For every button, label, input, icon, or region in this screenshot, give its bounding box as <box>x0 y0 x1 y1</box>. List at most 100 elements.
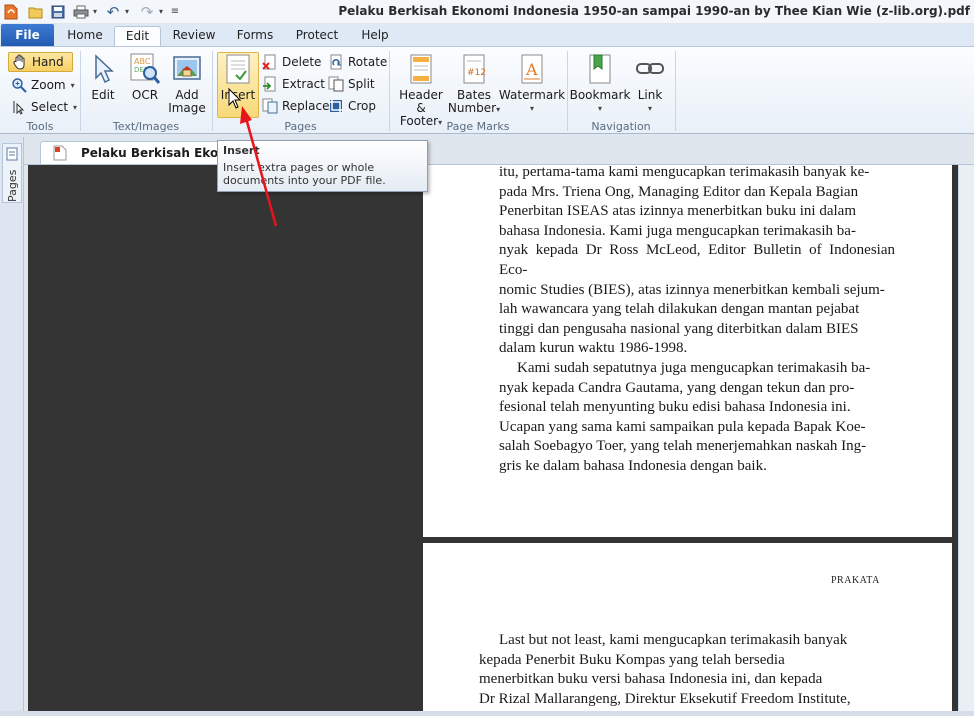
crop-pages-button[interactable]: Crop <box>328 96 376 116</box>
tab-edit[interactable]: Edit <box>114 26 161 46</box>
customize-toolbar-icon[interactable]: ≡ <box>170 3 180 20</box>
app-logo-icon <box>3 3 19 20</box>
text-line: nyak kepada Candra Gautama, yang dengan … <box>499 379 855 396</box>
group-separator <box>675 51 676 131</box>
group-label-pages: Pages <box>284 120 317 133</box>
document-tab[interactable]: Pelaku Berkisah Ekonomi I <box>40 141 230 165</box>
tab-protect[interactable]: Protect <box>290 26 344 46</box>
undo-icon[interactable]: ↶ <box>104 3 122 21</box>
replace-page-icon <box>262 98 278 114</box>
undo-dropdown-icon[interactable]: ▾ <box>123 3 131 20</box>
cursor-arrow-icon <box>87 53 119 85</box>
group-label-text-images: Text/Images <box>112 120 180 133</box>
save-icon[interactable] <box>50 3 66 20</box>
redo-icon[interactable]: ↷ <box>138 3 156 21</box>
vertical-scrollbar[interactable] <box>958 165 974 711</box>
bookmark-button[interactable]: Bookmark ▾ <box>569 53 631 115</box>
hand-tool-button[interactable]: Hand <box>8 52 73 72</box>
document-viewer[interactable]: itu, pertama-tama kami mengucapkan terim… <box>28 164 958 711</box>
insert-page-icon <box>222 53 254 85</box>
crop-pages-label: Crop <box>348 99 377 113</box>
svg-text:#12: #12 <box>467 68 486 78</box>
edit-text-label: Edit <box>91 88 115 102</box>
text-line: bahasa Indonesia. Kami juga mengucapkan … <box>499 222 856 239</box>
ocr-button[interactable]: ABC DEF OCR <box>128 53 162 102</box>
text-line: tinggi dan pengusaha nasional yang diter… <box>499 320 859 337</box>
add-image-button[interactable]: Add Image <box>168 53 206 115</box>
edit-text-button[interactable]: Edit <box>87 53 119 102</box>
print-dropdown-icon[interactable]: ▾ <box>91 3 99 20</box>
rotate-pages-label: Rotate <box>348 55 388 69</box>
pdf-page: itu, pertama-tama kami mengucapkan terim… <box>423 164 952 537</box>
watermark-button[interactable]: A Watermark ▾ <box>498 53 566 115</box>
header-footer-button[interactable]: Header & Footer▾ <box>394 53 448 129</box>
text-line: nyak kepada Dr Ross McLeod, Editor Bulle… <box>499 242 895 278</box>
replace-pages-button[interactable]: Replace <box>262 96 329 116</box>
redo-dropdown-icon[interactable]: ▾ <box>157 3 165 20</box>
bookmark-dropdown-icon: ▾ <box>597 104 602 113</box>
select-dropdown-icon: ▾ <box>73 102 78 112</box>
pages-panel-tab[interactable]: Pages <box>2 143 22 203</box>
link-button[interactable]: Link ▾ <box>632 53 668 115</box>
ocr-icon: ABC DEF <box>129 53 161 85</box>
status-bar-edge <box>0 711 974 716</box>
zoom-tool-button[interactable]: Zoom ▾ <box>11 75 75 95</box>
add-image-label-line2: Image <box>168 101 206 115</box>
text-line: kepada Penerbit Buku Kompas yang telah b… <box>479 651 785 668</box>
text-line: menerbitkan buku versi bahasa Indonesia … <box>479 671 823 688</box>
svg-text:ABC: ABC <box>134 57 151 66</box>
text-line: Last but not least, kami mengucapkan ter… <box>499 632 848 648</box>
replace-pages-label: Replace <box>282 99 330 113</box>
insert-pages-button[interactable]: Insert <box>220 53 256 102</box>
link-label: Link <box>637 88 663 102</box>
text-line: Kami sudah sepatutnya juga mengucapkan t… <box>517 359 871 376</box>
split-page-icon <box>328 76 344 92</box>
hand-tool-label: Hand <box>32 55 64 69</box>
tab-forms[interactable]: Forms <box>232 26 278 46</box>
bates-number-dropdown-icon: ▾ <box>496 105 501 114</box>
ribbon: Hand Zoom ▾ Select ▾ Tools Edit ABC DEF O… <box>0 46 974 134</box>
group-separator <box>212 51 213 131</box>
pages-panel-label: Pages <box>6 169 19 202</box>
group-separator <box>80 51 81 131</box>
split-document-label: Split <box>348 77 375 91</box>
page-body-text: Last but not least, kami mengucapkan ter… <box>479 631 869 709</box>
text-line: fesional telah menyunting buku edisi bah… <box>499 399 851 416</box>
header-footer-label-line1: Header & <box>399 88 443 115</box>
group-label-navigation: Navigation <box>591 120 651 133</box>
extract-pages-label: Extract <box>282 77 325 91</box>
text-line: salah Soebagyo Toer, yang telah menerjem… <box>499 438 867 455</box>
zoom-dropdown-icon: ▾ <box>70 80 75 90</box>
delete-pages-label: Delete <box>282 55 322 69</box>
delete-pages-button[interactable]: Delete <box>262 52 321 72</box>
tooltip-body: Insert extra pages or whole documents in… <box>223 161 386 187</box>
rotate-pages-button[interactable]: Rotate <box>328 52 387 72</box>
bookmark-icon <box>584 53 616 85</box>
insert-tooltip: Insert Insert extra pages or whole docum… <box>217 140 428 192</box>
watermark-label: Watermark <box>498 88 566 102</box>
text-line: dalam kurun waktu 1986-1998. <box>499 340 688 357</box>
image-icon <box>171 53 203 85</box>
svg-text:A: A <box>525 60 538 79</box>
tab-review[interactable]: Review <box>168 26 220 46</box>
open-folder-icon[interactable] <box>27 3 45 20</box>
tab-file[interactable]: File <box>1 24 54 46</box>
watermark-icon: A <box>516 53 548 85</box>
select-tool-button[interactable]: Select ▾ <box>11 97 77 117</box>
side-panel: Pages <box>0 137 24 711</box>
group-label-tools: Tools <box>26 120 54 133</box>
extract-pages-button[interactable]: Extract <box>262 74 325 94</box>
bookmark-label: Bookmark <box>569 88 631 102</box>
text-line: Ucapan yang sama kami sampaikan pula kep… <box>499 418 866 435</box>
extract-page-icon <box>262 76 278 92</box>
tab-home[interactable]: Home <box>64 26 106 46</box>
window-title: Pelaku Berkisah Ekonomi Indonesia 1950-a… <box>338 4 970 18</box>
split-document-button[interactable]: Split <box>328 74 375 94</box>
tab-help[interactable]: Help <box>356 26 394 46</box>
select-tool-label: Select <box>31 100 69 114</box>
link-dropdown-icon: ▾ <box>647 104 652 113</box>
delete-page-icon <box>262 54 278 70</box>
bates-number-button[interactable]: #12 Bates Number▾ <box>448 53 500 116</box>
print-icon[interactable] <box>72 3 90 20</box>
running-header: PRAKATA <box>831 575 880 586</box>
